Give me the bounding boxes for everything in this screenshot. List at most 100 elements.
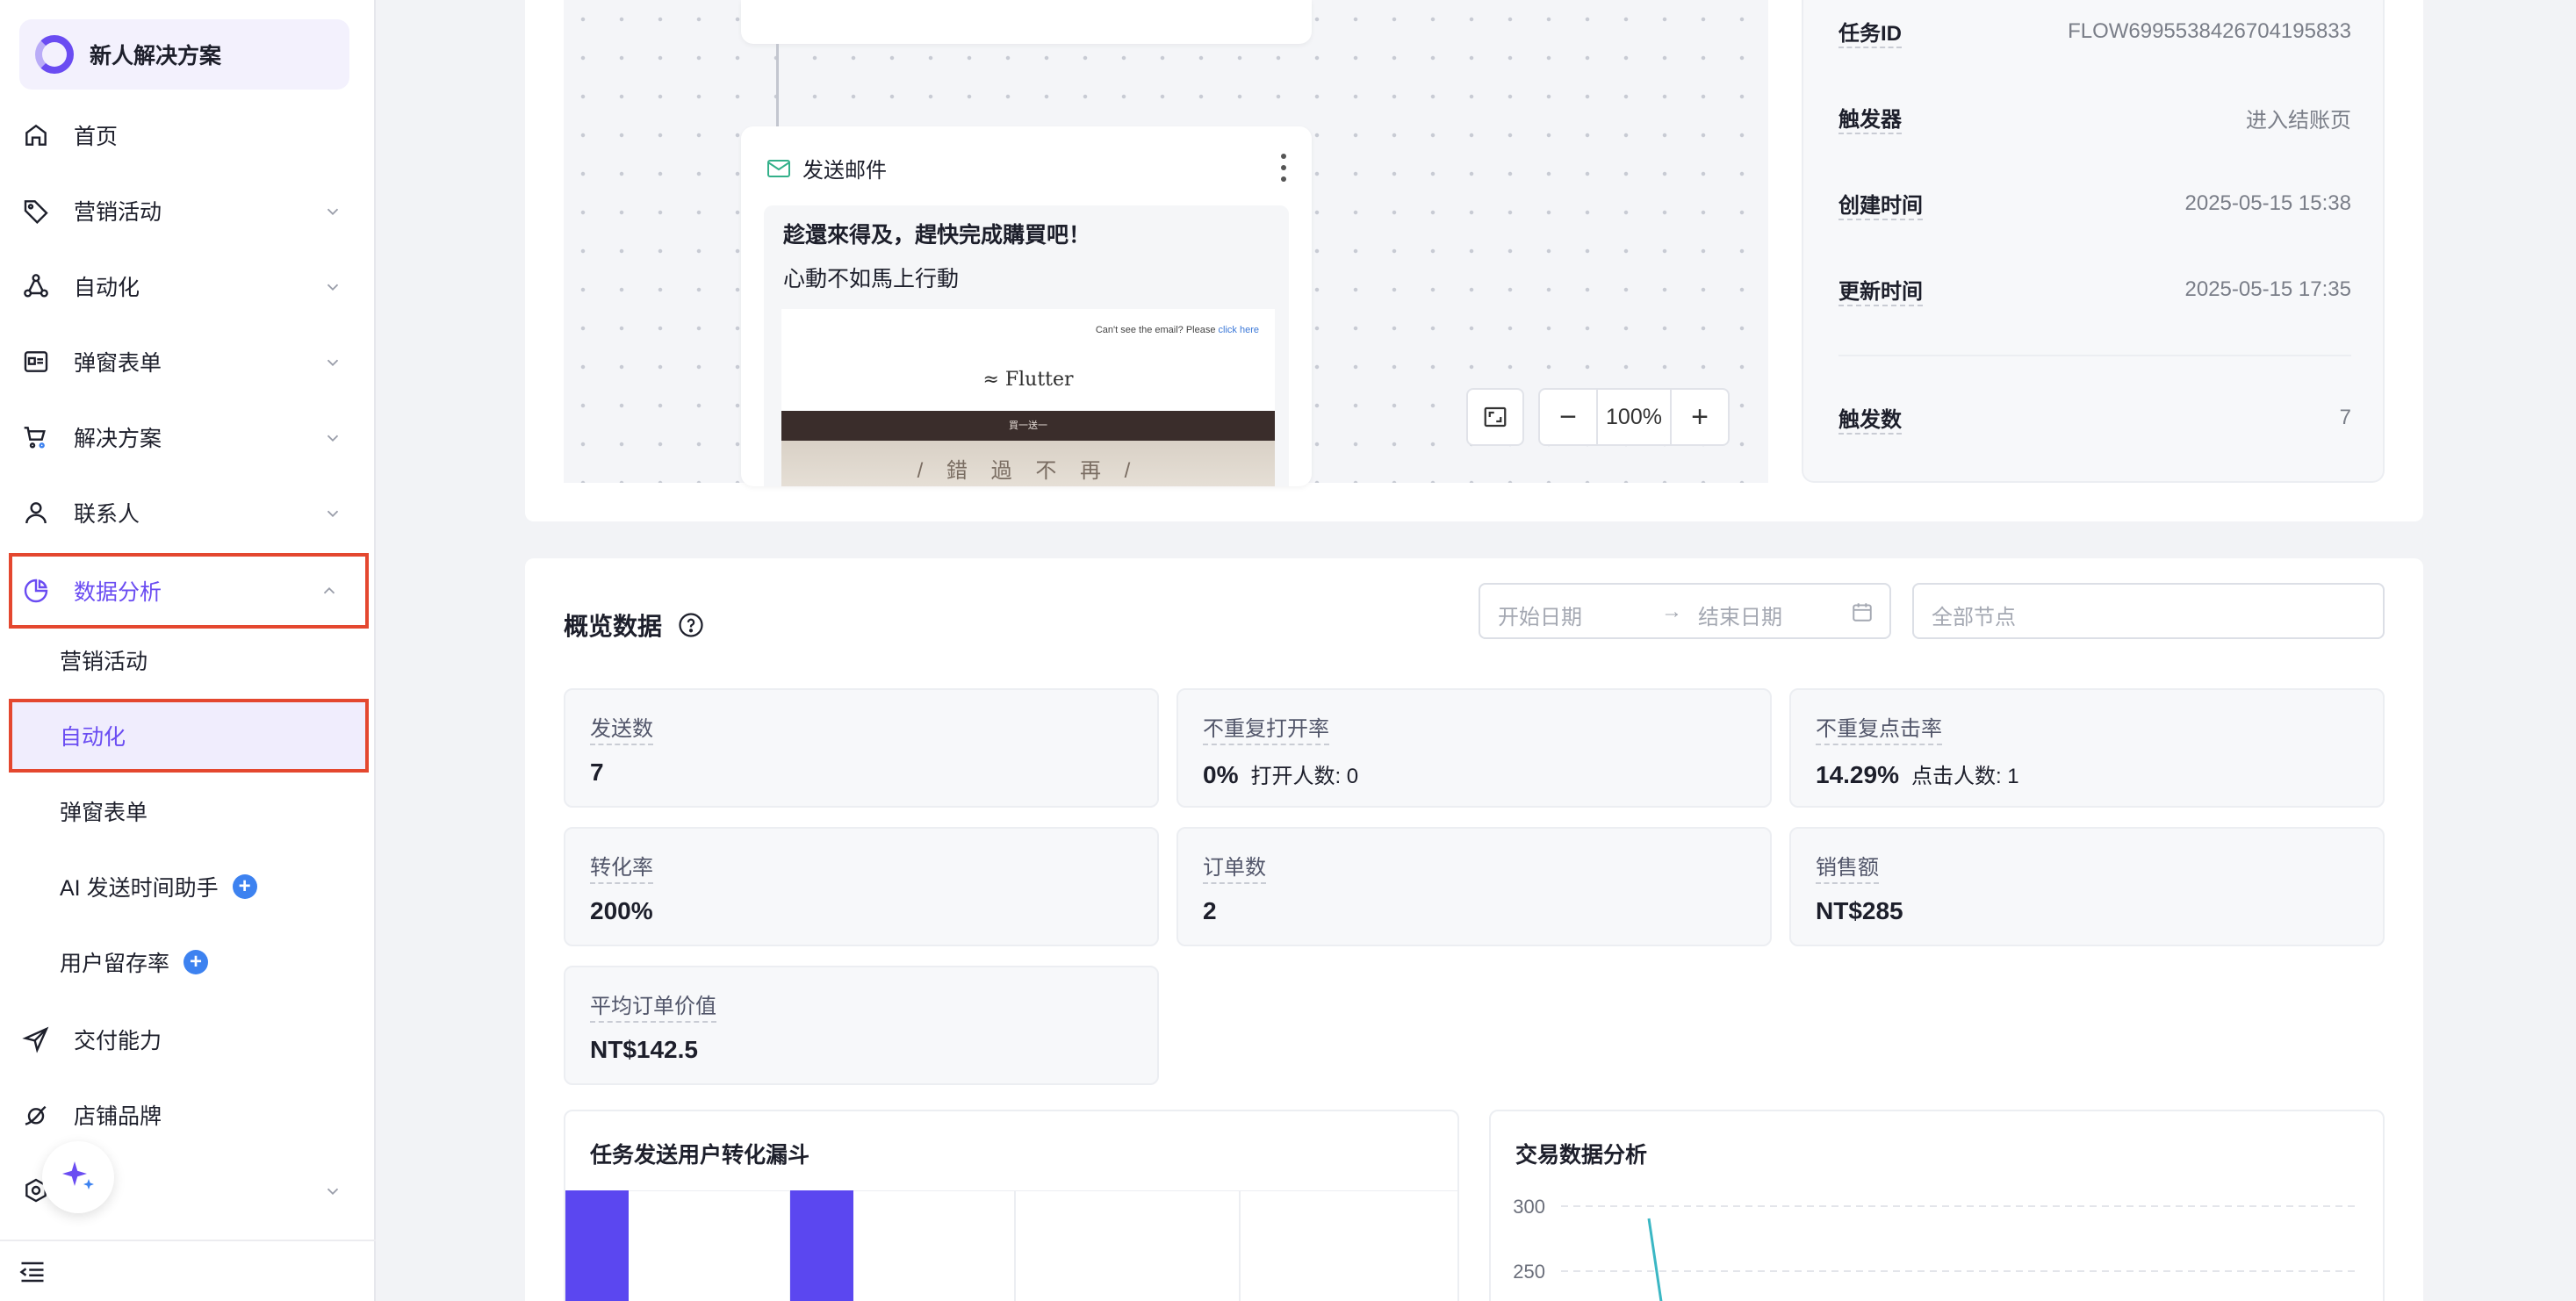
info-key: 任务ID — [1838, 16, 1902, 48]
user-icon — [21, 498, 51, 528]
metric-value: 7 — [590, 758, 604, 786]
pie-chart-icon — [21, 576, 51, 606]
nav-label: 弹窗表单 — [74, 351, 162, 376]
subnav-automation[interactable]: 自动化 — [9, 699, 369, 773]
metric-sales: 销售额 NT$285 — [1789, 827, 2385, 946]
funnel-chart — [565, 1190, 1457, 1301]
nav-label: 店铺品牌 — [74, 1104, 162, 1129]
cart-icon — [21, 422, 51, 452]
send-email-node[interactable]: 发送邮件 趁還來得及，趕快完成購買吧！ 心動不如馬上行動 Can't see t… — [741, 126, 1312, 486]
metric-label: 不重复打开率 — [1203, 711, 1329, 745]
brand-name: 新人解决方案 — [90, 44, 222, 68]
plus-badge-icon: + — [183, 950, 209, 974]
email-content-preview: 趁還來得及，趕快完成購買吧！ 心動不如馬上行動 Can't see the em… — [764, 205, 1289, 486]
nav-data-analysis[interactable]: 数据分析 — [9, 553, 369, 629]
zoom-in-button[interactable]: + — [1672, 390, 1728, 444]
brand-icon — [21, 1100, 51, 1130]
arrow-right-icon: → — [1661, 600, 1682, 623]
email-subject: 趁還來得及，趕快完成購買吧！ — [783, 223, 1091, 248]
funnel-bar — [790, 1190, 853, 1301]
sparkle-icon — [62, 1161, 94, 1190]
nav-contacts[interactable]: 联系人 — [9, 478, 369, 548]
zoom-level: 100% — [1596, 390, 1672, 444]
subnav-label: 自动化 — [60, 725, 126, 750]
y-tick-label: 300 — [1513, 1196, 1545, 1218]
ai-assistant-button[interactable] — [42, 1141, 114, 1213]
info-key: 创建时间 — [1838, 188, 1923, 220]
flow-connector — [776, 44, 779, 126]
subnav-retention[interactable]: 用户留存率 + — [9, 927, 369, 997]
info-row-trigger: 触发器 进入结账页 — [1838, 100, 2351, 135]
end-date-input[interactable]: 结束日期 — [1698, 600, 1782, 630]
nav-popup-forms[interactable]: 弹窗表单 — [9, 327, 369, 397]
info-value: FLOW6995538426704195833 — [2068, 19, 2351, 43]
funnel-chart-title: 任务发送用户转化漏斗 — [590, 1143, 810, 1168]
info-row-task-id: 任务ID FLOW6995538426704195833 — [1838, 14, 2351, 49]
funnel-chart-card: 任务发送用户转化漏斗 — [564, 1110, 1459, 1301]
overview-title: 概览数据 — [564, 607, 704, 643]
trade-chart-title: 交易数据分析 — [1515, 1143, 1648, 1168]
zoom-out-button[interactable]: − — [1540, 390, 1596, 444]
metric-label: 发送数 — [590, 711, 653, 745]
info-value: 2025-05-15 15:38 — [2184, 191, 2352, 215]
brand-switcher[interactable]: 新人解决方案 — [19, 19, 349, 90]
zoom-controls: − 100% + — [1538, 388, 1730, 446]
email-hero: / 錯 過 不 再 / — [781, 441, 1275, 486]
more-options-icon[interactable] — [1280, 153, 1287, 183]
trade-series-line — [1647, 1218, 1663, 1301]
funnel-bar — [565, 1190, 629, 1301]
metric-label: 销售额 — [1816, 850, 1879, 884]
date-range-picker[interactable]: 开始日期 → 结束日期 — [1479, 583, 1891, 639]
fit-screen-icon — [1484, 406, 1507, 428]
metric-value: NT$285 — [1816, 897, 1903, 924]
collapse-menu-icon[interactable] — [19, 1261, 46, 1283]
email-node-title: 发送邮件 — [802, 159, 887, 183]
nav-label: 解决方案 — [74, 427, 162, 451]
metric-click-rate: 不重复点击率 14.29% 点击人数: 1 — [1789, 688, 2385, 808]
chevron-down-icon — [327, 435, 339, 442]
node-select[interactable]: 全部节点 — [1912, 583, 2385, 639]
subnav-popup-forms[interactable]: 弹窗表单 — [9, 776, 369, 846]
metric-orders: 订单数 2 — [1176, 827, 1772, 946]
metric-value: 14.29% 点击人数: 1 — [1816, 761, 2019, 788]
chevron-down-icon — [327, 1188, 339, 1196]
metric-avg-order-value: 平均订单价值 NT$142.5 — [564, 966, 1159, 1085]
email-preheader: 心動不如馬上行動 — [783, 267, 960, 291]
nav-solutions[interactable]: 解决方案 — [9, 402, 369, 472]
automation-icon — [21, 271, 51, 301]
divider — [1838, 355, 2351, 356]
start-date-input[interactable]: 开始日期 — [1498, 600, 1582, 630]
trade-chart-card: 交易数据分析 300 250 — [1489, 1110, 2385, 1301]
nav-delivery[interactable]: 交付能力 — [9, 1004, 369, 1075]
nav-automation[interactable]: 自动化 — [9, 251, 369, 321]
metric-label: 转化率 — [590, 850, 653, 884]
help-icon[interactable] — [678, 612, 704, 638]
flow-node-previous[interactable] — [741, 0, 1312, 44]
subnav-marketing[interactable]: 营销活动 — [9, 625, 369, 695]
home-icon — [21, 120, 51, 150]
metric-label: 不重复点击率 — [1816, 711, 1942, 745]
metric-label: 平均订单价值 — [590, 988, 716, 1023]
nav-label: 数据分析 — [74, 580, 162, 605]
trade-chart: 300 250 — [1513, 1196, 2356, 1301]
email-banner: 買一送一 — [781, 411, 1275, 441]
metric-value: 0% 打开人数: 0 — [1203, 761, 1359, 788]
nav-label: 联系人 — [74, 502, 140, 527]
chevron-down-icon — [327, 359, 339, 367]
metric-open-rate: 不重复打开率 0% 打开人数: 0 — [1176, 688, 1772, 808]
brand-logo-icon — [35, 35, 74, 74]
y-tick-label: 250 — [1513, 1261, 1545, 1283]
nav-label: 营销活动 — [74, 200, 162, 225]
nav-store-brand[interactable]: 店铺品牌 — [9, 1080, 369, 1150]
form-icon — [21, 347, 51, 377]
info-row-updated: 更新时间 2025-05-15 17:35 — [1838, 272, 2351, 307]
subnav-label: 弹窗表单 — [60, 801, 148, 825]
metric-value: 200% — [590, 897, 653, 924]
nav-home[interactable]: 首页 — [9, 100, 369, 170]
fit-view-button[interactable] — [1466, 388, 1524, 446]
info-value: 进入结账页 — [2246, 108, 2351, 133]
subnav-ai-send-time[interactable]: AI 发送时间助手 + — [9, 852, 369, 922]
subnav-label: 用户留存率 — [60, 952, 170, 976]
metric-sub: 点击人数: 1 — [1910, 765, 2019, 788]
nav-marketing[interactable]: 营销活动 — [9, 176, 369, 246]
